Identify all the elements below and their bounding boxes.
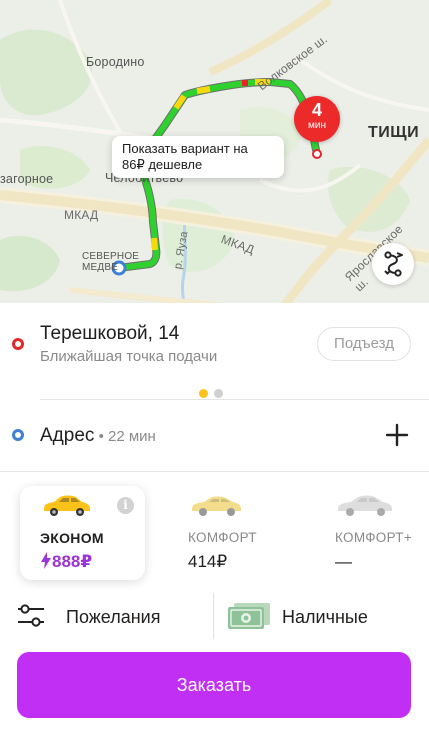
- map[interactable]: Бородино Волковское ш. ТИЩИ загорное Чел…: [0, 0, 429, 305]
- eta-value: 4: [311, 100, 322, 120]
- pager-dot-active: [199, 389, 208, 398]
- destination-dot-icon: [12, 429, 24, 441]
- add-stop-button[interactable]: [383, 421, 411, 449]
- tariff-name: КОМФОРТ+: [335, 530, 412, 545]
- map-label-mytishchi: ТИЩИ: [368, 124, 420, 141]
- tariff-price: 888₽: [40, 552, 92, 572]
- divider: [40, 399, 429, 400]
- car-icon: [192, 496, 241, 516]
- tariff-comfort-plus[interactable]: КОМФОРТ+ —: [315, 486, 429, 580]
- divider: [213, 593, 214, 639]
- route-options-button[interactable]: [372, 243, 414, 285]
- tariff-name: КОМФОРТ: [188, 530, 257, 545]
- car-icon: [44, 495, 90, 516]
- cash-icon: [228, 603, 270, 629]
- map-label-borodino: Бородино: [86, 55, 145, 69]
- cheaper-option-tooltip[interactable]: Показать вариант на 86₽ дешевле: [112, 136, 284, 178]
- surge-lightning-icon: [41, 552, 51, 569]
- map-label-severnoe: СЕВЕРНОЕ: [82, 251, 140, 262]
- plus-icon: [385, 423, 409, 447]
- tooltip-line-2: 86₽ дешевле: [122, 157, 203, 172]
- tooltip-line-1: Показать вариант на: [122, 141, 248, 156]
- sliders-icon: [18, 604, 44, 627]
- destination-eta: • 22 мин: [94, 428, 156, 445]
- tariff-price: 414₽: [188, 552, 228, 571]
- map-label-medvedkovo: МЕДВЕ: [82, 262, 119, 273]
- map-label-zagornoe: загорное: [0, 172, 54, 186]
- pickup-dot-icon: [12, 338, 24, 350]
- wishes-label: Пожелания: [66, 607, 161, 627]
- car-icon: [338, 495, 392, 516]
- destination-field[interactable]: Адрес • 22 мин: [40, 425, 156, 447]
- route-icon: [384, 251, 403, 277]
- payment-label: Наличные: [282, 607, 368, 627]
- entrance-button[interactable]: Подъезд: [317, 327, 411, 361]
- tariff-info-icon[interactable]: i: [117, 497, 134, 514]
- tariff-econom[interactable]: i ЭКОНОМ 888₽: [20, 486, 145, 580]
- eta-pin: 4 мин: [294, 96, 340, 142]
- tariff-comfort[interactable]: КОМФОРТ 414₽: [168, 486, 278, 580]
- tariff-name: ЭКОНОМ: [40, 530, 104, 546]
- order-button[interactable]: Заказать: [17, 652, 411, 718]
- tariff-price: —: [335, 552, 352, 571]
- pager-dot-inactive: [214, 389, 223, 398]
- pickup-address[interactable]: Терешковой, 14: [40, 323, 179, 345]
- map-label-mkad-left: МКАД: [64, 208, 99, 222]
- pickup-pager: [199, 385, 229, 403]
- tariff-price-value: 888₽: [52, 552, 93, 571]
- eta-unit: мин: [308, 120, 326, 131]
- order-sheet: Терешковой, 14 Ближайшая точка подачи По…: [0, 303, 429, 729]
- destination-label: Адрес: [40, 425, 95, 446]
- pickup-subtitle: Ближайшая точка подачи: [40, 348, 218, 365]
- divider: [0, 471, 429, 472]
